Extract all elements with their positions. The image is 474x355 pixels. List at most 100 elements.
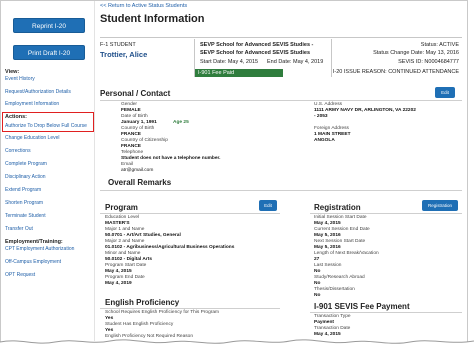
major1-label: Major 1 and Name: [105, 227, 145, 232]
print-draft-i20-button[interactable]: Print Draft I-20: [13, 45, 85, 60]
thesis-label: Thesis/Dissertation: [314, 287, 355, 292]
minor-label: Minor and Name: [105, 251, 141, 256]
study-abroad-label: Study/Research Abroad: [314, 275, 365, 280]
study-abroad-value: No: [314, 281, 321, 286]
break-length-label: Length of Next Break/Vacation: [314, 251, 379, 256]
program-title: Program: [105, 203, 138, 212]
registration-button[interactable]: Registration: [422, 200, 458, 211]
us-address-line1: 1111 ARMY NAVY DR, ARLINGTON, VA 22202: [314, 108, 416, 113]
sevis-id: SEVIS ID: N0004684777: [398, 59, 459, 65]
country-birth-value: FRANCE: [121, 132, 141, 137]
minor-value: 50.0102 - Digital Arts: [105, 257, 153, 262]
actions-heading: Actions:: [5, 114, 27, 120]
current-session-end-label: Current Session End Date: [314, 227, 370, 232]
english-required-label: School Requires English Proficiency for …: [105, 310, 220, 315]
next-session-start-value: May 5, 2016: [314, 245, 341, 250]
foreign-address-line2: ANGOLA: [314, 138, 335, 143]
telephone-label: Telephone: [121, 150, 144, 155]
telephone-value: Student does not have a telephone number…: [121, 156, 221, 161]
age-value: Age 25: [173, 120, 189, 125]
citizenship-value: FRANCE: [121, 144, 141, 149]
registration-title: Registration: [314, 203, 361, 212]
sidebar-link-event-history[interactable]: Event History: [5, 76, 35, 82]
country-birth-label: Country of Birth: [121, 126, 155, 131]
sidebar-link-disciplinary-action[interactable]: Disciplinary Action: [5, 174, 46, 180]
registration-section-rule: [310, 213, 462, 214]
sidebar-link-employment-info[interactable]: Employment Information: [5, 101, 59, 107]
citizenship-label: Country of Citizenship: [121, 138, 168, 143]
major2-value: 01.0102 - Agribusiness/Agricultural Busi…: [105, 245, 235, 250]
sidebar-link-extend-program[interactable]: Extend Program: [5, 187, 41, 193]
torn-edge-decoration: [0, 339, 474, 355]
program-start-label: Program Start Date: [105, 263, 147, 268]
major1-value: 50.0701 - Art/Art Studies, General: [105, 233, 181, 238]
english-has-label: Student Has English Proficiency: [105, 322, 174, 327]
status-change-date: Status Change Date: May 13, 2016: [373, 50, 459, 56]
student-name: Trottier, Alice: [100, 50, 148, 59]
foreign-address-line1: 1 MAIN STREET: [314, 132, 351, 137]
education-level-value: MASTER'S: [105, 221, 130, 226]
program-section-rule: [100, 213, 280, 214]
english-proficiency-title: English Proficiency: [105, 298, 180, 307]
sidebar: Reprint I-20 Print Draft I-20 View: Even…: [1, 1, 95, 341]
i901-fee-paid-badge: I-901 Fee Paid: [195, 69, 283, 77]
program-end-value: May 4, 2019: [105, 281, 132, 286]
program-start-value: May 4, 2015: [105, 269, 132, 274]
header-top-divider: [100, 37, 462, 38]
english-section-rule: [100, 308, 280, 309]
i20-issue-reason: I-20 ISSUE REASON: CONTINUED ATTENDANCE: [332, 69, 459, 75]
gender-value: FEMALE: [121, 108, 141, 113]
foreign-address-label: Foreign Address: [314, 126, 349, 131]
program-edit-button[interactable]: Edit: [259, 200, 277, 211]
sidebar-link-drop-below-full-course[interactable]: Authorize To Drop Below Full Course: [5, 123, 87, 129]
reprint-i20-button[interactable]: Reprint I-20: [13, 18, 85, 33]
page-title: Student Information: [100, 13, 205, 25]
remarks-section-rule: [100, 190, 462, 191]
sidebar-link-opt-request[interactable]: OPT Request: [5, 272, 35, 278]
header-divider-right: [331, 39, 332, 77]
english-has-value: Yes: [105, 328, 114, 333]
initial-session-start-label: Initial Session Start Date: [314, 215, 367, 220]
personal-section-rule: [100, 100, 462, 101]
personal-contact-title: Personal / Contact: [100, 89, 171, 98]
major2-label: Major 2 and Name: [105, 239, 145, 244]
email-value: atr@gmail.com: [121, 168, 154, 173]
program-start-date: Start Date: May 4, 2015: [200, 59, 259, 65]
sidebar-link-cpt-employment[interactable]: CPT Employment Authorization: [5, 246, 74, 252]
english-required-value: Yes: [105, 316, 114, 321]
sevis-fee-title: I-901 SEVIS Fee Payment: [314, 302, 410, 311]
sidebar-link-shorten-program[interactable]: Shorten Program: [5, 200, 43, 206]
personal-edit-button[interactable]: Edit: [435, 87, 455, 98]
next-session-start-label: Next Session Start Date: [314, 239, 366, 244]
us-address-line2: - 2053: [314, 114, 328, 119]
school-name-line2: SEVP School for Advanced SEVIS Studies: [200, 50, 311, 56]
student-type: F-1 STUDENT: [100, 42, 136, 48]
sidebar-link-terminate-student[interactable]: Terminate Student: [5, 213, 46, 219]
sidebar-link-corrections[interactable]: Corrections: [5, 148, 31, 154]
view-heading: View:: [5, 69, 20, 75]
initial-session-start-value: May 4, 2015: [314, 221, 341, 226]
gender-label: Gender: [121, 102, 137, 107]
status-value: Status: ACTIVE: [420, 42, 459, 48]
app-window: Reprint I-20 Print Draft I-20 View: Even…: [0, 0, 468, 346]
sevis-fee-section-rule: [310, 312, 462, 313]
current-session-end-value: May 5, 2016: [314, 233, 341, 238]
thesis-value: No: [314, 293, 321, 298]
school-name-line1: SEVP School for Advanced SEVIS Studies -: [200, 42, 314, 48]
sidebar-link-transfer-out[interactable]: Transfer Out: [5, 226, 33, 232]
return-to-active-students-link[interactable]: << Return to Active Status Students: [100, 3, 187, 9]
employment-heading: Employment/Training:: [5, 239, 63, 245]
dob-value: January 1, 1991: [121, 120, 157, 125]
last-session-value: No: [314, 269, 321, 274]
sidebar-link-request-details[interactable]: Request/Authorization Details: [5, 89, 71, 95]
sidebar-link-off-campus-employment[interactable]: Off-Campus Employment: [5, 259, 61, 265]
transaction-type-value: Payment: [314, 320, 334, 325]
last-session-label: Last Session: [314, 263, 342, 268]
sidebar-link-change-education-level[interactable]: Change Education Level: [5, 135, 60, 141]
us-address-label: U.S. Address: [314, 102, 342, 107]
dob-label: Date of Birth: [121, 114, 148, 119]
transaction-type-label: Transaction Type: [314, 314, 351, 319]
overall-remarks-title: Overall Remarks: [108, 178, 172, 187]
sidebar-link-complete-program[interactable]: Complete Program: [5, 161, 47, 167]
program-end-date: End Date: May 4, 2019: [267, 59, 324, 65]
